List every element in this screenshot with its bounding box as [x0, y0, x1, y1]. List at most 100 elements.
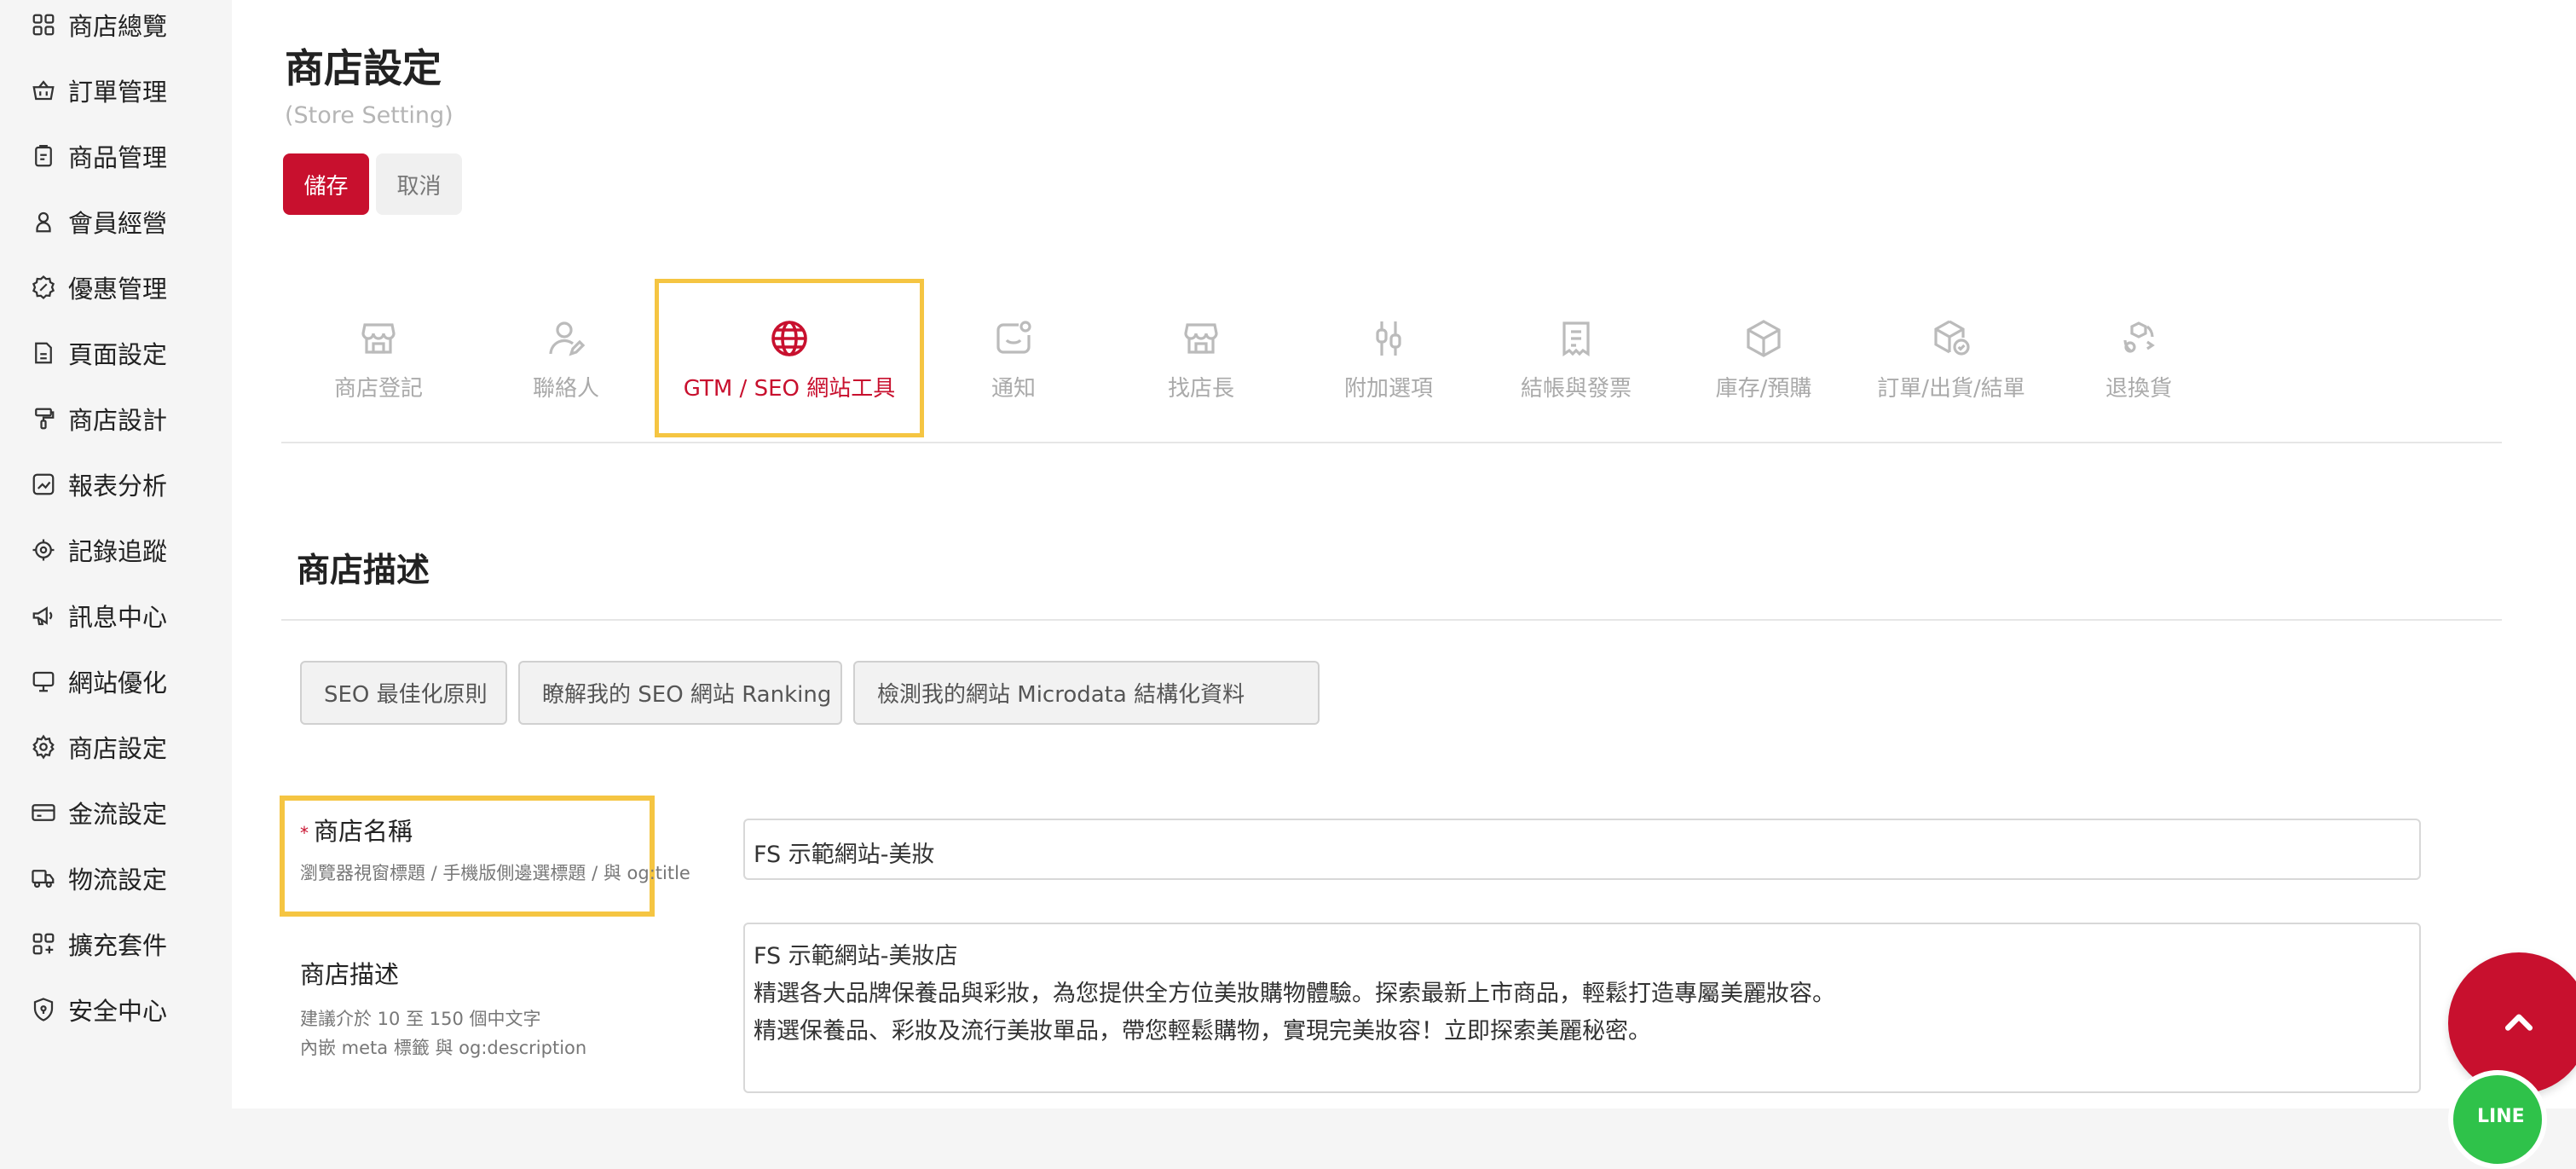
main-panel: 商店設定 (Store Setting) 儲存 取消 商店登記 聯絡人 GTM …	[232, 0, 2576, 1108]
box-icon	[1747, 320, 1781, 357]
sidebar-item-promotions[interactable]: 優惠管理	[31, 262, 167, 313]
basket-icon	[32, 80, 55, 101]
chart-icon	[32, 473, 55, 495]
sidebar-item-orders[interactable]: 訂單管理	[31, 65, 167, 116]
tab-checkout-invoice[interactable]: 結帳與發票	[1482, 281, 1670, 439]
sidebar-item-label: 報表分析	[68, 472, 168, 501]
cancel-button[interactable]: 取消	[376, 153, 462, 215]
tab-label: GTM / SEO 網站工具	[683, 376, 896, 402]
tab-label: 通知	[991, 376, 1036, 402]
page-subtitle: (Store Setting)	[285, 102, 453, 129]
sidebar-item-logistics[interactable]: 物流設定	[31, 853, 167, 904]
sidebar-item-label: 訂單管理	[68, 78, 168, 107]
store-name-label-text: 商店名稱	[314, 817, 413, 846]
section-divider	[281, 619, 2502, 621]
tab-label: 聯絡人	[532, 376, 599, 402]
sidebar-item-label: 訊息中心	[68, 603, 168, 632]
seo-ranking-button[interactable]: 瞭解我的 SEO 網站 Ranking	[518, 661, 842, 725]
truck-icon	[32, 870, 55, 888]
sidebar-item-label: 商店設定	[68, 734, 168, 763]
plus-grid-icon	[32, 933, 55, 955]
brush-icon	[35, 408, 55, 430]
sidebar-item-label: 記錄追蹤	[68, 537, 168, 566]
sidebar-item-reports[interactable]: 報表分析	[31, 459, 167, 510]
monitor-icon	[32, 671, 55, 692]
tab-gtm-seo[interactable]: GTM / SEO 網站工具	[659, 281, 920, 439]
store-desc-textarea[interactable]: FS 示範網站-美妝店 精選各大品牌保養品與彩妝，為您提供全方位美妝購物體驗。探…	[743, 923, 2421, 1093]
receipt-icon	[1562, 321, 1590, 356]
store-desc-hint-meta: 內嵌 meta 標籤 與 og:description	[300, 1038, 587, 1058]
box-check-icon	[1934, 320, 1970, 356]
line-chat-button[interactable]: LINE	[2448, 1070, 2547, 1169]
sidebar-item-tracking[interactable]: 記錄追蹤	[31, 524, 167, 576]
sidebar-item-messages[interactable]: 訊息中心	[31, 590, 167, 641]
tab-returns[interactable]: 退換貨	[2045, 281, 2232, 439]
page-icon	[35, 342, 52, 364]
tab-label: 退換貨	[2105, 376, 2172, 402]
store-desc-hint-length: 建議介於 10 至 150 個中文字	[300, 1009, 541, 1029]
tab-label: 商店登記	[333, 376, 423, 402]
store-icon	[1184, 323, 1218, 354]
sidebar-item-label: 優惠管理	[68, 275, 168, 304]
grid-icon	[32, 14, 55, 36]
shield-icon	[33, 998, 54, 1021]
microdata-check-button[interactable]: 檢測我的網站 Microdata 結構化資料	[853, 661, 1320, 725]
tab-label: 找店長	[1167, 376, 1234, 402]
sidebar-item-members[interactable]: 會員經營	[31, 196, 167, 247]
sidebar-item-products[interactable]: 商品管理	[31, 130, 167, 182]
globe-icon	[771, 321, 807, 356]
store-icon	[361, 323, 396, 354]
user-icon	[36, 211, 51, 233]
seo-principles-button[interactable]: SEO 最佳化原則	[300, 661, 507, 725]
tab-store-registration[interactable]: 商店登記	[285, 281, 472, 439]
save-button[interactable]: 儲存	[283, 153, 369, 215]
badge-percent-icon	[32, 275, 55, 300]
sidebar-item-design[interactable]: 商店設計	[31, 393, 167, 444]
store-name-label: * 商店名稱	[300, 812, 413, 848]
desc-line: 精選保養品、彩妝及流行美妝單品，帶您輕鬆購物，實現完美妝容！立即探索美麗秘密。	[754, 1018, 1651, 1045]
store-name-input[interactable]: FS 示範網站-美妝	[743, 819, 2421, 880]
sidebar-item-extensions[interactable]: 擴充套件	[31, 918, 167, 969]
sidebar-item-security[interactable]: 安全中心	[31, 984, 167, 1035]
sliders-icon	[1376, 321, 1401, 356]
clipboard-icon	[35, 145, 52, 167]
sidebar-item-label: 物流設定	[68, 865, 168, 894]
sidebar-item-label: 商店總覽	[68, 12, 168, 41]
tab-find-manager[interactable]: 找店長	[1107, 281, 1295, 439]
tab-notification[interactable]: 通知	[920, 281, 1107, 439]
tab-order-shipping[interactable]: 訂單/出貨/結單	[1857, 281, 2045, 439]
sidebar-item-pages[interactable]: 頁面設定	[31, 327, 167, 379]
chevron-up-icon	[2504, 1014, 2533, 1031]
sidebar-item-label: 商品管理	[68, 143, 168, 172]
sidebar-item-label: 金流設定	[68, 800, 168, 829]
required-mark: *	[300, 823, 309, 843]
tab-label: 庫存/預購	[1715, 376, 1812, 402]
sidebar-item-label: 商店設計	[68, 406, 168, 435]
tab-divider	[281, 442, 2502, 443]
exchange-icon	[2123, 321, 2155, 353]
store-desc-label: 商店描述	[300, 960, 400, 989]
sidebar-item-label: 安全中心	[68, 997, 168, 1026]
sidebar-item-label: 擴充套件	[68, 931, 168, 960]
store-name-hint: 瀏覽器視窗標題 / 手機版側邊選標題 / 與 og:title	[300, 863, 690, 883]
tab-label: 附加選項	[1343, 376, 1433, 402]
credit-card-icon	[32, 804, 55, 821]
sidebar-item-store-settings[interactable]: 商店設定	[31, 721, 167, 773]
megaphone-icon	[32, 606, 53, 626]
tab-contact[interactable]: 聯絡人	[472, 281, 660, 439]
sidebar-item-label: 會員經營	[68, 209, 168, 238]
tab-inventory-preorder[interactable]: 庫存/預購	[1670, 281, 1857, 439]
sidebar-item-overview[interactable]: 商店總覽	[31, 0, 167, 50]
tab-add-ons[interactable]: 附加選項	[1295, 281, 1482, 439]
sidebar-item-label: 頁面設定	[68, 340, 168, 369]
tab-label: 結帳與發票	[1520, 376, 1632, 402]
sidebar-item-optimization[interactable]: 網站優化	[31, 656, 167, 707]
contact-person-icon	[549, 321, 586, 356]
sidebar-item-payment[interactable]: 金流設定	[31, 787, 167, 838]
page-title: 商店設定	[285, 45, 442, 91]
section-title: 商店描述	[297, 552, 430, 590]
target-icon	[32, 539, 55, 561]
tab-label: 訂單/出貨/結單	[1877, 376, 2025, 402]
sidebar: 商店總覽 訂單管理 商品管理 會員經營 優惠管理 頁面設定 商店設計 報表分析 …	[0, 0, 202, 1108]
line-label: LINE	[2477, 1106, 2525, 1127]
